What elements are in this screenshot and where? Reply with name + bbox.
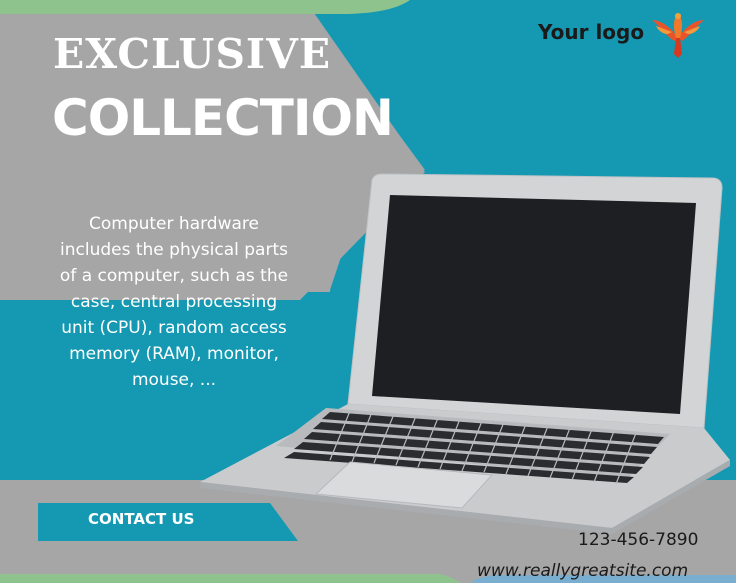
website-link[interactable]: www.reallygreatsite.com <box>477 563 688 580</box>
product-description: Computer hardware includes the physical … <box>59 214 289 390</box>
headline-line-2: COLLECTION <box>52 89 394 147</box>
contact-us-label[interactable]: CONTACT US <box>88 512 194 527</box>
phone-number: 123-456-7890 <box>578 530 699 550</box>
promo-poster: EXCLUSIVE COLLECTION Your logo Computer … <box>0 0 736 583</box>
logo-text: Your logo <box>538 20 645 44</box>
headline-line-1: EXCLUSIVE <box>53 30 332 78</box>
